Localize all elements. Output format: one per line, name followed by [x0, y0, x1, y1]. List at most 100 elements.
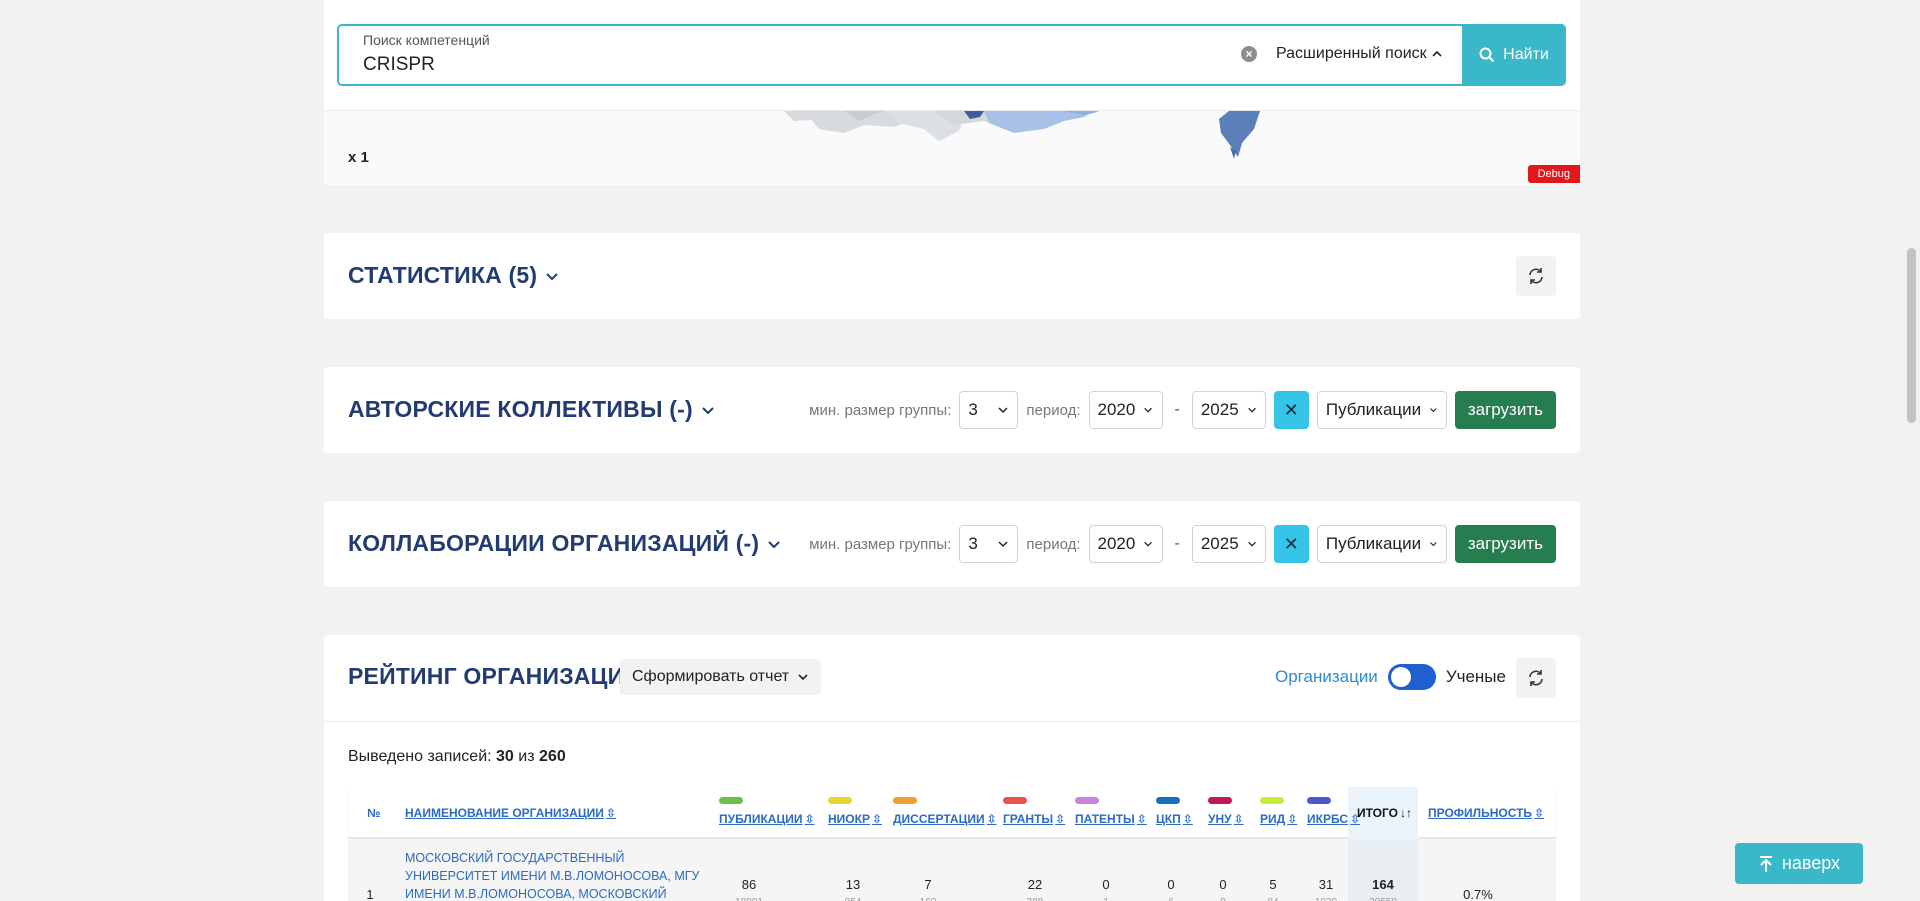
map-zoom-level: x 1 — [348, 149, 369, 166]
unu-color-bar — [1208, 797, 1232, 804]
source-type-value: Публикации — [1325, 534, 1422, 553]
chevron-down-icon — [998, 407, 1008, 414]
sort-icon: ⇳ — [804, 812, 815, 826]
scroll-to-top-button[interactable]: наверх — [1735, 843, 1863, 884]
patents-color-bar — [1075, 797, 1099, 804]
rating-header: РЕЙТИНГ ОРГАНИЗАЦИЙ Сформировать отчет О… — [324, 635, 1580, 722]
toggle-label-organizations[interactable]: Организации — [1275, 667, 1378, 687]
pubs-color-bar — [719, 797, 743, 804]
period-label: период: — [1026, 401, 1081, 419]
clear-period-button[interactable]: ✕ — [1273, 391, 1309, 429]
load-button[interactable]: загрузить — [1454, 391, 1556, 429]
col-unu[interactable]: УНУ ⇳ — [1208, 812, 1244, 826]
col-unu-label: УНУ — [1208, 812, 1232, 826]
min-group-label: мин. размер группы: — [809, 401, 952, 419]
chevron-up-icon — [1432, 50, 1442, 57]
period-label: период: — [1026, 535, 1081, 553]
period-to-select[interactable]: 2025 — [1191, 525, 1266, 563]
col-patents-label: ПАТЕНТЫ — [1075, 812, 1135, 826]
page-scrollbar[interactable] — [1903, 0, 1920, 901]
rating-refresh-button[interactable] — [1516, 658, 1556, 698]
period-from-select[interactable]: 2020 — [1088, 391, 1163, 429]
statistics-title[interactable]: СТАТИСТИКА (5) — [348, 262, 559, 289]
chevron-down-icon — [1144, 541, 1153, 547]
clear-period-button[interactable]: ✕ — [1273, 525, 1309, 563]
find-button[interactable]: Найти — [1462, 24, 1566, 86]
col-ikrbs[interactable]: ИКРБС ⇳ — [1307, 812, 1360, 826]
sort-icon: ⇳ — [1534, 806, 1545, 820]
cell-ikrbs[interactable]: 31 — [1306, 877, 1346, 892]
cell-grants[interactable]: 22 — [1010, 877, 1060, 892]
cell-diss[interactable]: 7 — [903, 877, 953, 892]
scroll-to-top-label: наверх — [1781, 853, 1841, 873]
cell-ckp[interactable]: 0 — [1156, 877, 1186, 892]
col-ckp[interactable]: ЦКП ⇳ — [1156, 812, 1193, 826]
records-count: Выведено записей: 30 из 260 — [348, 748, 566, 766]
period-from-select[interactable]: 2020 — [1088, 525, 1163, 563]
min-group-value: 3 — [968, 534, 978, 553]
col-profile[interactable]: ПРОФИЛЬНОСТЬ ⇳ — [1428, 806, 1544, 820]
map-regions[interactable] — [324, 111, 1580, 185]
sort-icon: ⇳ — [605, 806, 616, 820]
cell-rid[interactable]: 5 — [1258, 877, 1288, 892]
source-type-select[interactable]: Публикации — [1316, 391, 1447, 429]
search-input[interactable] — [363, 53, 1163, 77]
chevron-down-icon — [1430, 542, 1437, 547]
scrollbar-thumb[interactable] — [1907, 248, 1916, 423]
source-type-select[interactable]: Публикации — [1316, 525, 1447, 563]
col-rid[interactable]: РИД ⇳ — [1260, 812, 1297, 826]
author-teams-title[interactable]: АВТОРСКИЕ КОЛЛЕКТИВЫ (-) — [348, 396, 715, 423]
col-niokr[interactable]: НИОКР ⇳ — [828, 812, 882, 826]
period-to-select[interactable]: 2025 — [1191, 391, 1266, 429]
period-from-value: 2020 — [1097, 400, 1136, 419]
cell-ikrbs-total: 1030 — [1306, 897, 1346, 901]
entity-toggle: Организации Ученые — [1275, 664, 1506, 690]
org-name-link[interactable]: МОСКОВСКИЙ ГОСУДАРСТВЕННЫЙ УНИВЕРСИТЕТ И… — [405, 849, 705, 901]
refresh-icon — [1529, 268, 1543, 284]
region-map[interactable]: x 1 Debug — [324, 111, 1580, 185]
statistics-refresh-button[interactable] — [1516, 256, 1556, 296]
cell-unu-total: 0 — [1208, 897, 1238, 901]
toggle-label-scientists[interactable]: Ученые — [1446, 667, 1506, 687]
statistics-section: СТАТИСТИКА (5) — [324, 233, 1580, 319]
sort-icon: ⇳ — [1182, 812, 1193, 826]
refresh-icon — [1529, 670, 1543, 686]
advanced-search-toggle[interactable]: Расширенный поиск — [1276, 45, 1443, 63]
col-grants[interactable]: ГРАНТЫ ⇳ — [1003, 812, 1065, 826]
col-dissertations-label: ДИССЕРТАЦИИ — [893, 812, 985, 826]
cell-patents[interactable]: 0 — [1086, 877, 1126, 892]
source-type-value: Публикации — [1325, 400, 1422, 419]
cell-niokr[interactable]: 13 — [828, 877, 878, 892]
rid-color-bar — [1260, 797, 1284, 804]
cell-pubs[interactable]: 86 — [719, 877, 779, 892]
org-collaborations-controls: мин. размер группы: 3 период: 2020 - 202… — [809, 525, 1556, 563]
col-patents[interactable]: ПАТЕНТЫ ⇳ — [1075, 812, 1147, 826]
chevron-down-icon — [1144, 407, 1153, 413]
organizations-scientists-switch[interactable] — [1387, 664, 1436, 690]
generate-report-button[interactable]: Сформировать отчет — [620, 659, 822, 695]
col-total-label: ИТОГО — [1357, 806, 1398, 820]
arrow-up-to-top-icon — [1759, 855, 1772, 872]
col-total[interactable]: ИТОГО ↓↑ — [1357, 806, 1412, 820]
min-group-select[interactable]: 3 — [959, 525, 1019, 563]
col-org-name[interactable]: НАИМЕНОВАНИЕ ОРГАНИЗАЦИИ ⇳ — [405, 806, 616, 820]
table-row[interactable]: 1 МОСКОВСКИЙ ГОСУДАРСТВЕННЫЙ УНИВЕРСИТЕТ… — [348, 839, 1556, 901]
org-collaborations-title[interactable]: КОЛЛАБОРАЦИИ ОРГАНИЗАЦИЙ (-) — [348, 530, 781, 557]
chevron-down-icon — [1247, 407, 1256, 413]
min-group-select[interactable]: 3 — [959, 391, 1019, 429]
col-ckp-label: ЦКП — [1156, 812, 1181, 826]
col-dissertations[interactable]: ДИССЕРТАЦИИ ⇳ — [893, 812, 997, 826]
niokr-color-bar — [828, 797, 852, 804]
table-header: № НАИМЕНОВАНИЕ ОРГАНИЗАЦИИ ⇳ ПУБЛИКАЦИИ ⇳ … — [348, 787, 1556, 839]
load-button[interactable]: загрузить — [1454, 525, 1556, 563]
find-button-label: Найти — [1503, 46, 1549, 63]
search-icon — [1479, 47, 1495, 63]
col-publications[interactable]: ПУБЛИКАЦИИ ⇳ — [719, 812, 815, 826]
chevron-down-icon — [1430, 408, 1437, 413]
period-to-value: 2025 — [1200, 400, 1239, 419]
ikrbs-color-bar — [1307, 797, 1331, 804]
cell-unu[interactable]: 0 — [1208, 877, 1238, 892]
cell-rid-total: 84 — [1258, 897, 1288, 901]
clear-search-icon[interactable]: × — [1241, 46, 1257, 62]
debug-badge[interactable]: Debug — [1527, 165, 1580, 183]
